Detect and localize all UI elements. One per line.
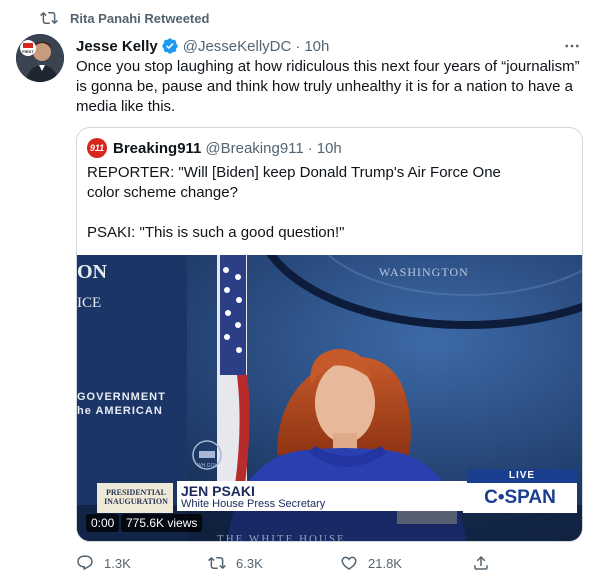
- network-logo: C•SPAN: [484, 487, 556, 508]
- heart-icon: [340, 554, 358, 572]
- author-handle[interactable]: @JesseKellyDC: [183, 38, 292, 55]
- retweet-icon: [40, 9, 58, 27]
- quote-line-psaki: PSAKI: "This is such a good question!": [87, 224, 345, 241]
- avatar-logo-text: FIRST: [22, 49, 34, 54]
- wall-text-government: GOVERNMENT: [77, 391, 166, 403]
- more-icon[interactable]: [562, 36, 582, 56]
- speaker-title: White House Press Secretary: [181, 498, 326, 510]
- quote-avatar[interactable]: 911: [87, 138, 107, 158]
- separator-dot: ·: [295, 37, 301, 55]
- reply-button[interactable]: 1.3K: [76, 553, 208, 573]
- quote-text: REPORTER: "Will [Biden] keep Donald Trum…: [87, 163, 527, 243]
- author-name[interactable]: Jesse Kelly: [76, 38, 158, 55]
- speaker-name: JEN PSAKI: [181, 483, 255, 499]
- retweet-count: 6.3K: [236, 555, 263, 571]
- quote-author-name[interactable]: Breaking911: [113, 140, 201, 157]
- share-button[interactable]: [472, 553, 512, 573]
- video-views: 775.6K views: [121, 514, 203, 532]
- tweet-actions: 1.3K 6.3K 21.8K: [76, 553, 516, 573]
- wall-text-white-house: THE WHITE HOUSE: [217, 533, 346, 542]
- inauguration-logo: PRESIDENTIAL INAUGURATION: [104, 488, 168, 506]
- reply-count: 1.3K: [104, 555, 131, 571]
- retweet-button[interactable]: 6.3K: [208, 553, 340, 573]
- avatar[interactable]: FIRST: [16, 34, 64, 82]
- video-player[interactable]: ON ICE WASHINGTON GOVERNMENT he AMERICAN…: [77, 255, 582, 542]
- quote-author-handle[interactable]: @Breaking911: [205, 140, 303, 157]
- quote-line-reporter: REPORTER: "Will [Biden] keep Donald Trum…: [87, 164, 501, 201]
- wall-text-left-mid: ICE: [77, 295, 102, 311]
- wall-text-washington: WASHINGTON: [379, 265, 469, 279]
- tweet-text: Once you stop laughing at how ridiculous…: [76, 58, 580, 115]
- quote-timestamp[interactable]: 10h: [317, 140, 342, 157]
- like-count: 21.8K: [368, 555, 402, 571]
- video-elapsed: 0:00: [86, 514, 120, 532]
- retweet-context[interactable]: Rita Panahi Retweeted: [40, 8, 209, 28]
- live-badge: LIVE: [508, 470, 536, 481]
- tweet-timestamp[interactable]: 10h: [304, 38, 329, 55]
- wall-text-left-top: ON: [77, 261, 107, 283]
- share-icon: [472, 554, 490, 572]
- retweet-action-icon: [208, 554, 226, 572]
- tweet-header: Jesse Kelly @JesseKellyDC · 10h: [76, 36, 582, 56]
- quoted-tweet[interactable]: 911 Breaking911 @Breaking911 · 10h REPOR…: [76, 127, 583, 542]
- verified-badge-icon: [161, 37, 179, 55]
- wall-text-american: he AMERICAN: [77, 405, 163, 417]
- like-button[interactable]: 21.8K: [340, 553, 472, 573]
- quote-header: 911 Breaking911 @Breaking911 · 10h: [87, 137, 342, 159]
- quote-separator-dot: ·: [307, 139, 313, 157]
- seal-text: WH.GOV: [197, 463, 218, 469]
- retweet-label: Rita Panahi Retweeted: [70, 10, 210, 26]
- reply-icon: [76, 554, 94, 572]
